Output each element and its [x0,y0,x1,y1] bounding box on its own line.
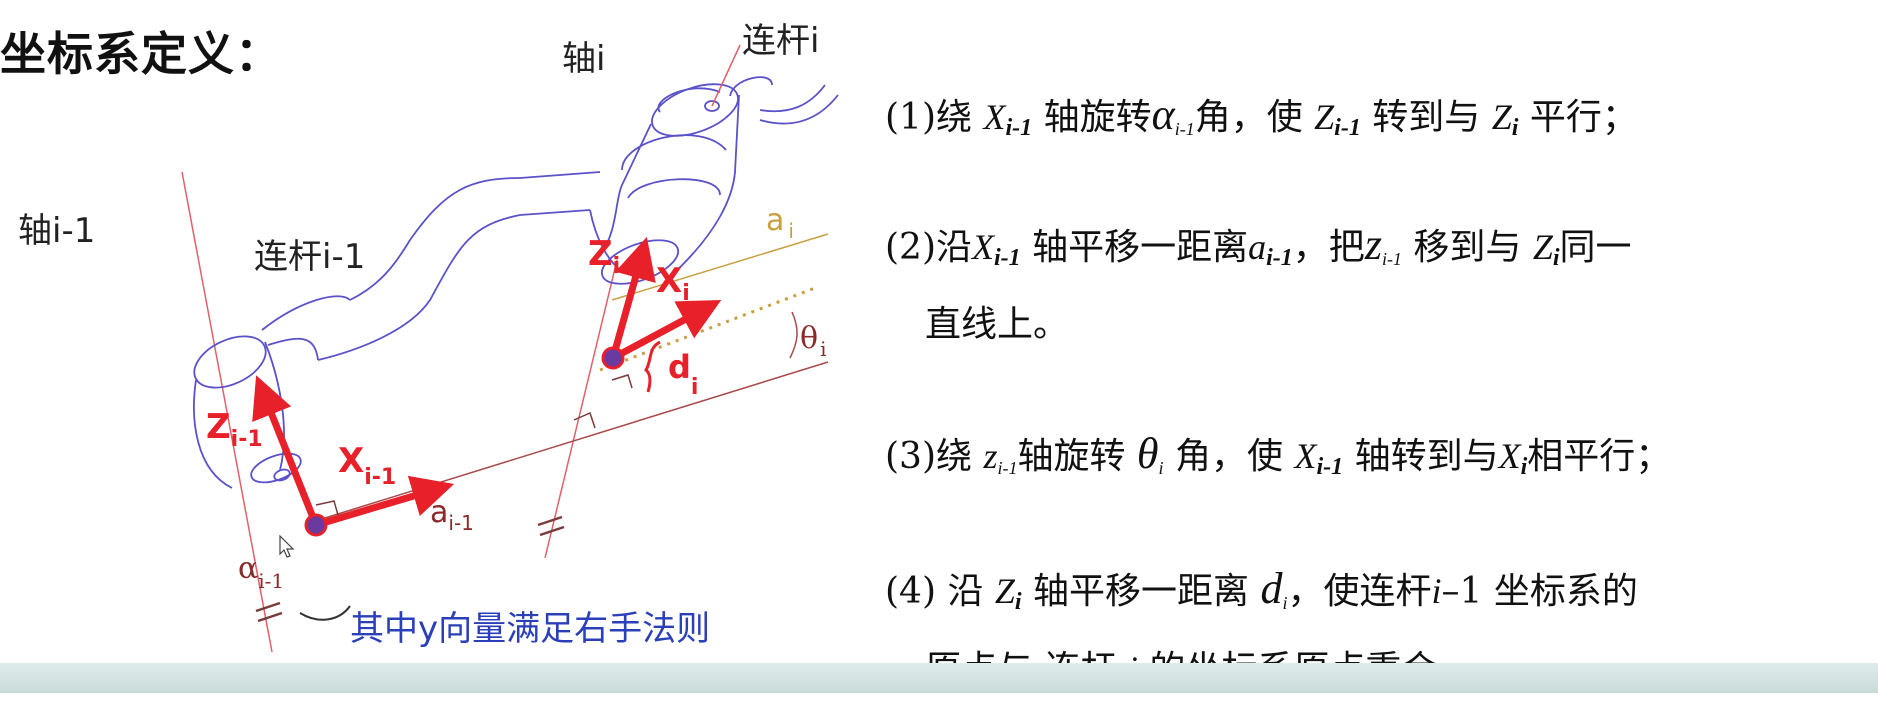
step-2-line-2: 直线上。 [925,304,1070,345]
a-i-line [611,233,829,301]
step-3: (3)绕 zi-1轴旋转 θi 角，使 Xi-1 轴转到与Xi相平行； [885,429,1672,480]
link-i-minus-1-label: 连杆i-1 [254,237,365,277]
axis-i-minus-1-label: 轴i-1 [18,211,95,251]
x-i-minus-1-label: Xi-1 [338,441,396,490]
mouse-cursor-icon [279,535,295,558]
axis-i-label: 轴i [562,39,605,79]
d-i-label: di [668,348,698,400]
origin-i-minus-1 [304,513,328,537]
bottom-strip [0,663,1878,693]
parallel-marks-1 [537,515,565,537]
theta-i-arc [789,311,798,359]
x-i-label: Xi [656,261,690,306]
step-2: (2)沿Xi-1 轴平移一距离ai-1，把zi-1 移到与 Zi同一 直线上。 [885,212,1875,358]
theta-i-label: θi [800,321,826,361]
z-i-minus-1-label: Zi-1 [206,407,263,452]
dh-frame-diagram: 轴i 连杆i 轴i-1 连杆i-1 Zi Xi ai θi di Zi-1 Xi… [18,21,839,653]
d-i-brace [644,340,661,393]
link-i-label: 连杆i [742,21,819,61]
right-hand-rule-note: 其中y向量满足右手法则 [350,609,710,649]
origin-i [601,346,625,370]
slide: 坐标系定义： 轴i 连杆i 轴i-1 连杆i-1 Zi Xi a i θ i d… [0,0,1878,693]
a-i-label: ai [766,203,794,243]
common-normal-a-i-minus-1 [311,361,829,523]
alpha-i-minus-1-label: αi-1 [238,551,284,593]
a-i-minus-1-label: ai-1 [430,495,474,535]
z-i-minus-1-vector [252,375,320,527]
step-1: (1)绕 Xi-1 轴旋转αi-1角，使 Zi-1 转到与 Zi 平行； [885,90,1638,141]
z-i-label: Zi [588,234,620,279]
parallel-marks-2 [255,601,283,623]
right-angle-mark-3 [611,374,633,389]
link-i-pointer [711,44,741,107]
axis-i-line [544,259,618,559]
link-i-minus-1-shape [193,76,839,489]
alpha-i-minus-1-arc [299,605,351,621]
right-angle-mark-1 [315,500,339,516]
